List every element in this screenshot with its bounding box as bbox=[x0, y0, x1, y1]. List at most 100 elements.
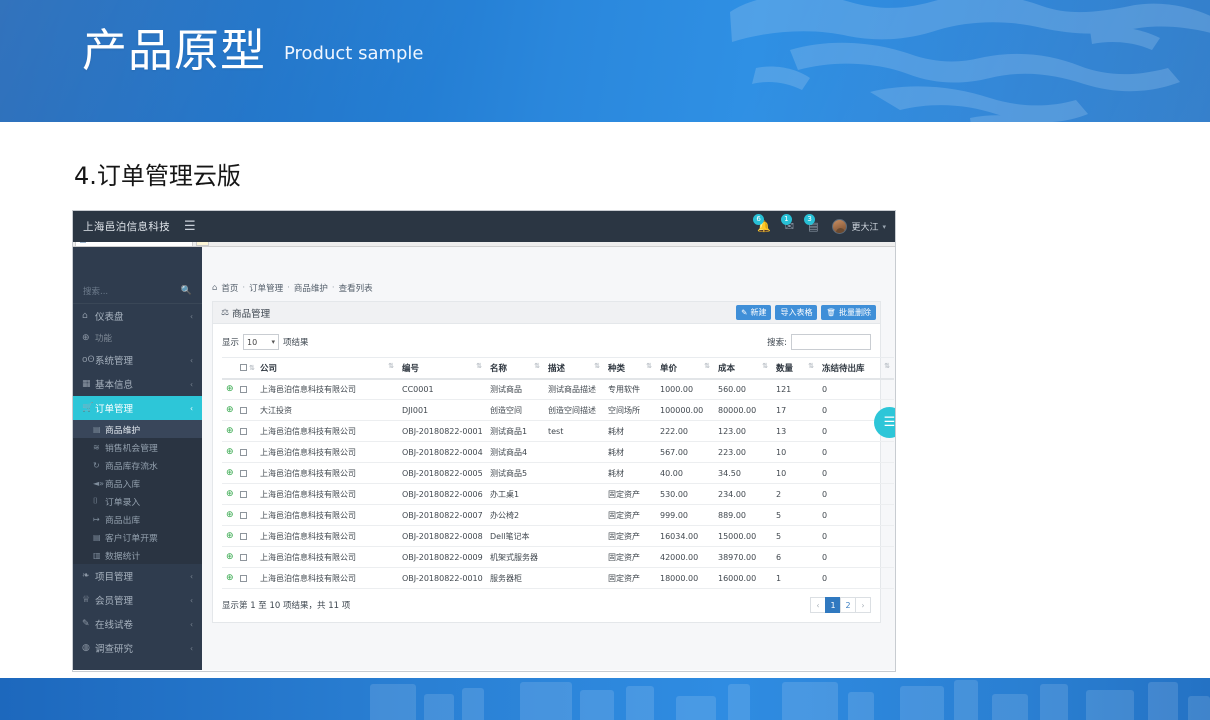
sidebar-subitem-order-entry[interactable]: ⌷ 订单录入 bbox=[73, 492, 202, 510]
row-checkbox[interactable] bbox=[240, 385, 247, 393]
sidebar-subitem-goods-outbound[interactable]: ↦ 商品出库 bbox=[73, 510, 202, 528]
sort-icon[interactable]: ⇅ bbox=[594, 362, 600, 370]
table-row[interactable]: ⊕ 大江投资 DJI001 创造空间 创造空间描述 空间场所 100000.00 80000.… bbox=[222, 399, 894, 421]
page-length-select[interactable]: 10 ▾ bbox=[243, 334, 280, 350]
row-checkbox[interactable] bbox=[240, 511, 247, 519]
pagination-page-2[interactable]: 2 bbox=[840, 597, 856, 613]
sort-icon[interactable]: ⇅ bbox=[808, 362, 814, 370]
sidebar-item-project-management[interactable]: ❧ 项目管理 ‹ bbox=[73, 564, 202, 588]
breadcrumb-item-home[interactable]: 首页 bbox=[221, 282, 238, 294]
column-header-price[interactable]: 单价 ⇅ bbox=[656, 357, 714, 380]
row-checkbox[interactable] bbox=[240, 574, 247, 582]
sidebar-item-system-management[interactable]: oʘ 系统管理 ‹ bbox=[73, 348, 202, 372]
expand-row-button[interactable]: ⊕ bbox=[222, 546, 236, 568]
batch-delete-button[interactable]: 🗑 批量删除 bbox=[821, 305, 876, 320]
table-row[interactable]: ⊕ 上海邑泊信息科技有限公司 OBJ-20180822-0009 机架式服务器 固定资产… bbox=[222, 546, 894, 568]
expand-row-button[interactable]: ⊕ bbox=[222, 504, 236, 526]
breadcrumb-item-order-management[interactable]: 订单管理 bbox=[249, 282, 283, 294]
sidebar-subitem-data-statistics[interactable]: ▥ 数据统计 bbox=[73, 546, 202, 564]
row-checkbox[interactable] bbox=[240, 427, 247, 435]
sidebar-subitem-customer-invoice[interactable]: ▤ 客户订单开票 bbox=[73, 528, 202, 546]
row-checkbox[interactable] bbox=[240, 532, 247, 540]
column-header-description[interactable]: 描述 ⇅ bbox=[544, 357, 604, 380]
sort-icon[interactable]: ⇅ bbox=[249, 364, 255, 372]
expand-row-button[interactable]: ⊕ bbox=[222, 462, 236, 484]
expand-row-button[interactable]: ⊕ bbox=[222, 420, 236, 442]
row-select-cell[interactable] bbox=[236, 525, 256, 547]
column-header-kind[interactable]: 种类 ⇅ bbox=[604, 357, 656, 380]
hamburger-icon[interactable]: ☰ bbox=[184, 219, 196, 234]
pagination-page-1[interactable]: 1 bbox=[825, 597, 841, 613]
select-all-checkbox[interactable] bbox=[240, 363, 247, 371]
column-header-quantity[interactable]: 数量 ⇅ bbox=[772, 357, 818, 380]
column-header-frozen[interactable]: 冻结待出库 ⇅ bbox=[818, 357, 894, 380]
sidebar-item-online-exam[interactable]: ✎ 在线试卷 ‹ bbox=[73, 612, 202, 636]
import-table-button[interactable]: 导入表格 bbox=[775, 305, 818, 320]
row-checkbox[interactable] bbox=[240, 490, 247, 498]
sort-icon[interactable]: ⇅ bbox=[476, 362, 482, 370]
row-select-cell[interactable] bbox=[236, 504, 256, 526]
row-select-cell[interactable] bbox=[236, 378, 256, 400]
sidebar-item-survey-research[interactable]: ◍ 调查研究 ‹ bbox=[73, 636, 202, 660]
new-button[interactable]: ✎ 新建 bbox=[736, 305, 772, 320]
home-icon[interactable]: ⌂ bbox=[212, 283, 217, 293]
row-select-cell[interactable] bbox=[236, 546, 256, 568]
row-select-cell[interactable] bbox=[236, 483, 256, 505]
sort-icon[interactable]: ⇅ bbox=[762, 362, 768, 370]
breadcrumb-item-view-list[interactable]: 查看列表 bbox=[339, 282, 373, 294]
sort-icon[interactable]: ⇅ bbox=[534, 362, 540, 370]
table-row[interactable]: ⊕ 上海邑泊信息科技有限公司 OBJ-20180822-0007 办公椅2 固定资产 99… bbox=[222, 504, 894, 526]
sidebar-item-order-management[interactable]: 🛒 订单管理 ‹ bbox=[73, 396, 202, 420]
table-row[interactable]: ⊕ 上海邑泊信息科技有限公司 OBJ-20180822-0004 测试商品4 耗材 567… bbox=[222, 441, 894, 463]
row-select-cell[interactable] bbox=[236, 441, 256, 463]
user-menu[interactable]: 更大江 ▾ bbox=[832, 219, 886, 234]
breadcrumb-item-product-maintenance[interactable]: 商品维护 bbox=[294, 282, 328, 294]
row-checkbox[interactable] bbox=[240, 448, 247, 456]
tasks-icon[interactable]: ▤ 3 bbox=[804, 214, 818, 232]
table-row[interactable]: ⊕ 上海邑泊信息科技有限公司 OBJ-20180822-0005 测试商品5 耗材 40.… bbox=[222, 462, 894, 484]
search-input[interactable] bbox=[791, 334, 871, 350]
expand-row-button[interactable]: ⊕ bbox=[222, 378, 236, 400]
sort-icon[interactable]: ⇅ bbox=[388, 362, 394, 370]
pagination-prev[interactable]: ‹ bbox=[810, 597, 826, 613]
column-header-company[interactable]: 公司 ⇅ bbox=[256, 357, 398, 380]
row-select-cell[interactable] bbox=[236, 420, 256, 442]
table-row[interactable]: ⊕ 上海邑泊信息科技有限公司 OBJ-20180822-0008 Dell笔记本 固定资… bbox=[222, 525, 894, 547]
sidebar-item-dashboard[interactable]: ⌂ 仪表盘 ‹ bbox=[73, 304, 202, 328]
pagination-next[interactable]: › bbox=[855, 597, 871, 613]
sort-icon[interactable]: ⇅ bbox=[704, 362, 710, 370]
sort-icon[interactable]: ⇅ bbox=[646, 362, 652, 370]
row-select-cell[interactable] bbox=[236, 399, 256, 421]
sidebar-subitem-label: 商品入库 bbox=[105, 479, 141, 490]
column-header-code[interactable]: 编号 ⇅ bbox=[398, 357, 486, 380]
panel-actions: ✎ 新建 导入表格 🗑 批量删除 bbox=[736, 305, 876, 320]
sidebar-subitem-goods-inbound[interactable]: ◄» 商品入库 bbox=[73, 474, 202, 492]
sidebar-item-member-management[interactable]: ♕ 会员管理 ‹ bbox=[73, 588, 202, 612]
table-row[interactable]: ⊕ 上海邑泊信息科技有限公司 OBJ-20180822-0006 办工桌1 固定资产 53… bbox=[222, 483, 894, 505]
expand-row-button[interactable]: ⊕ bbox=[222, 441, 236, 463]
expand-row-button[interactable]: ⊕ bbox=[222, 525, 236, 547]
row-checkbox[interactable] bbox=[240, 469, 247, 477]
expand-row-button[interactable]: ⊕ bbox=[222, 399, 236, 421]
column-header-cost[interactable]: 成本 ⇅ bbox=[714, 357, 772, 380]
row-select-cell[interactable] bbox=[236, 462, 256, 484]
row-checkbox[interactable] bbox=[240, 553, 247, 561]
column-header-name[interactable]: 名称 ⇅ bbox=[486, 357, 544, 380]
cell-kind: 固定资产 bbox=[604, 504, 656, 526]
table-row[interactable]: ⊕ 上海邑泊信息科技有限公司 OBJ-20180822-0001 测试商品1 test 耗… bbox=[222, 420, 894, 442]
select-all-header[interactable]: ⇅ bbox=[236, 357, 256, 380]
sidebar-item-basic-info[interactable]: ▦ 基本信息 ‹ bbox=[73, 372, 202, 396]
expand-row-button[interactable]: ⊕ bbox=[222, 567, 236, 589]
sidebar-subitem-inventory-flow[interactable]: ↻ 商品库存流水 bbox=[73, 456, 202, 474]
expand-row-button[interactable]: ⊕ bbox=[222, 483, 236, 505]
sidebar-search[interactable]: 搜索... 🔍 bbox=[73, 278, 202, 304]
sidebar-subitem-sales-opportunity[interactable]: ≋ 销售机会管理 bbox=[73, 438, 202, 456]
sort-icon[interactable]: ⇅ bbox=[884, 362, 890, 370]
table-row[interactable]: ⊕ 上海邑泊信息科技有限公司 OBJ-20180822-0010 服务器柜 固定资产 18… bbox=[222, 567, 894, 589]
bell-icon[interactable]: 🔔 6 bbox=[753, 214, 771, 232]
row-checkbox[interactable] bbox=[240, 406, 247, 414]
table-row[interactable]: ⊕ 上海邑泊信息科技有限公司 CC0001 测试商品 测试商品描述 专用软件 1000.00… bbox=[222, 378, 894, 400]
row-select-cell[interactable] bbox=[236, 567, 256, 589]
mail-icon[interactable]: ✉ 1 bbox=[780, 214, 794, 232]
sidebar-subitem-product-maintenance[interactable]: ▤ 商品维护 bbox=[73, 420, 202, 438]
